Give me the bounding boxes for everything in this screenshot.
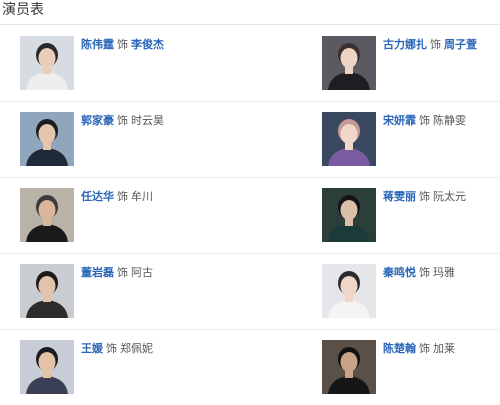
role-name-link[interactable]: 周子萱 (444, 38, 477, 51)
role-prefix: 饰 (117, 190, 128, 203)
cast-row: 陈伟霆饰李俊杰 古力娜扎饰周子萱 (0, 25, 500, 102)
actor-photo[interactable] (322, 112, 376, 166)
actor-photo[interactable] (20, 264, 74, 318)
actor-photo[interactable] (20, 340, 74, 394)
cast-item: 蒋雯丽饰阮太元 (322, 188, 500, 242)
role-name: 郑佩妮 (120, 342, 153, 355)
cast-credit: 秦鸣悦饰玛雅 (383, 266, 455, 280)
role-name: 加莱 (433, 342, 455, 355)
cast-row: 郭家豪饰时云昊 宋妍霏饰陈静雯 (0, 101, 500, 178)
actor-name-link[interactable]: 董岩磊 (81, 266, 114, 279)
cast-credit: 任达华饰牟川 (81, 190, 153, 204)
actor-name-link[interactable]: 宋妍霏 (383, 114, 416, 127)
actor-name-link[interactable]: 陈楚翰 (383, 342, 416, 355)
role-name: 阿古 (131, 266, 153, 279)
actor-photo[interactable] (322, 340, 376, 394)
actor-name-link[interactable]: 蒋雯丽 (383, 190, 416, 203)
role-name: 玛雅 (433, 266, 455, 279)
cast-item: 秦鸣悦饰玛雅 (322, 264, 500, 318)
role-prefix: 饰 (430, 38, 441, 51)
actor-name-link[interactable]: 郭家豪 (81, 114, 114, 127)
cast-credit: 陈伟霆饰李俊杰 (81, 38, 164, 52)
cast-item: 陈伟霆饰李俊杰 (20, 36, 250, 90)
role-prefix: 饰 (117, 266, 128, 279)
cast-item: 古力娜扎饰周子萱 (322, 36, 500, 90)
role-prefix: 饰 (117, 38, 128, 51)
cast-section-header: 演员表 (0, 0, 500, 25)
actor-name-link[interactable]: 古力娜扎 (383, 38, 427, 51)
role-prefix: 饰 (419, 114, 430, 127)
cast-credit: 王媛饰郑佩妮 (81, 342, 153, 356)
actor-name-link[interactable]: 任达华 (81, 190, 114, 203)
cast-item: 王媛饰郑佩妮 (20, 340, 250, 394)
actor-name-link[interactable]: 秦鸣悦 (383, 266, 416, 279)
section-title: 演员表 (2, 2, 44, 18)
actor-photo[interactable] (322, 36, 376, 90)
actor-photo[interactable] (20, 188, 74, 242)
actor-photo[interactable] (20, 112, 74, 166)
cast-credit: 蒋雯丽饰阮太元 (383, 190, 466, 204)
cast-list: 陈伟霆饰李俊杰 古力娜扎饰周子萱 郭家豪饰时云昊 宋妍霏饰陈静雯 任达华饰牟川 蒋雯丽饰阮… (0, 25, 500, 401)
cast-item: 任达华饰牟川 (20, 188, 250, 242)
cast-credit: 古力娜扎饰周子萱 (383, 38, 477, 52)
cast-credit: 陈楚翰饰加莱 (383, 342, 455, 356)
role-name: 时云昊 (131, 114, 164, 127)
actor-name-link[interactable]: 王媛 (81, 342, 103, 355)
role-name-link[interactable]: 李俊杰 (131, 38, 164, 51)
role-name: 陈静雯 (433, 114, 466, 127)
cast-credit: 董岩磊饰阿古 (81, 266, 153, 280)
role-prefix: 饰 (419, 266, 430, 279)
role-prefix: 饰 (106, 342, 117, 355)
role-name: 牟川 (131, 190, 153, 203)
role-prefix: 饰 (419, 342, 430, 355)
cast-item: 董岩磊饰阿古 (20, 264, 250, 318)
cast-credit: 郭家豪饰时云昊 (81, 114, 164, 128)
cast-item: 郭家豪饰时云昊 (20, 112, 250, 166)
cast-item: 陈楚翰饰加莱 (322, 340, 500, 394)
cast-row: 董岩磊饰阿古 秦鸣悦饰玛雅 (0, 253, 500, 330)
role-name: 阮太元 (433, 190, 466, 203)
cast-credit: 宋妍霏饰陈静雯 (383, 114, 466, 128)
cast-item: 宋妍霏饰陈静雯 (322, 112, 500, 166)
actor-name-link[interactable]: 陈伟霆 (81, 38, 114, 51)
cast-row: 任达华饰牟川 蒋雯丽饰阮太元 (0, 177, 500, 254)
role-prefix: 饰 (117, 114, 128, 127)
actor-photo[interactable] (322, 188, 376, 242)
role-prefix: 饰 (419, 190, 430, 203)
actor-photo[interactable] (322, 264, 376, 318)
cast-row: 王媛饰郑佩妮 陈楚翰饰加莱 (0, 329, 500, 405)
actor-photo[interactable] (20, 36, 74, 90)
